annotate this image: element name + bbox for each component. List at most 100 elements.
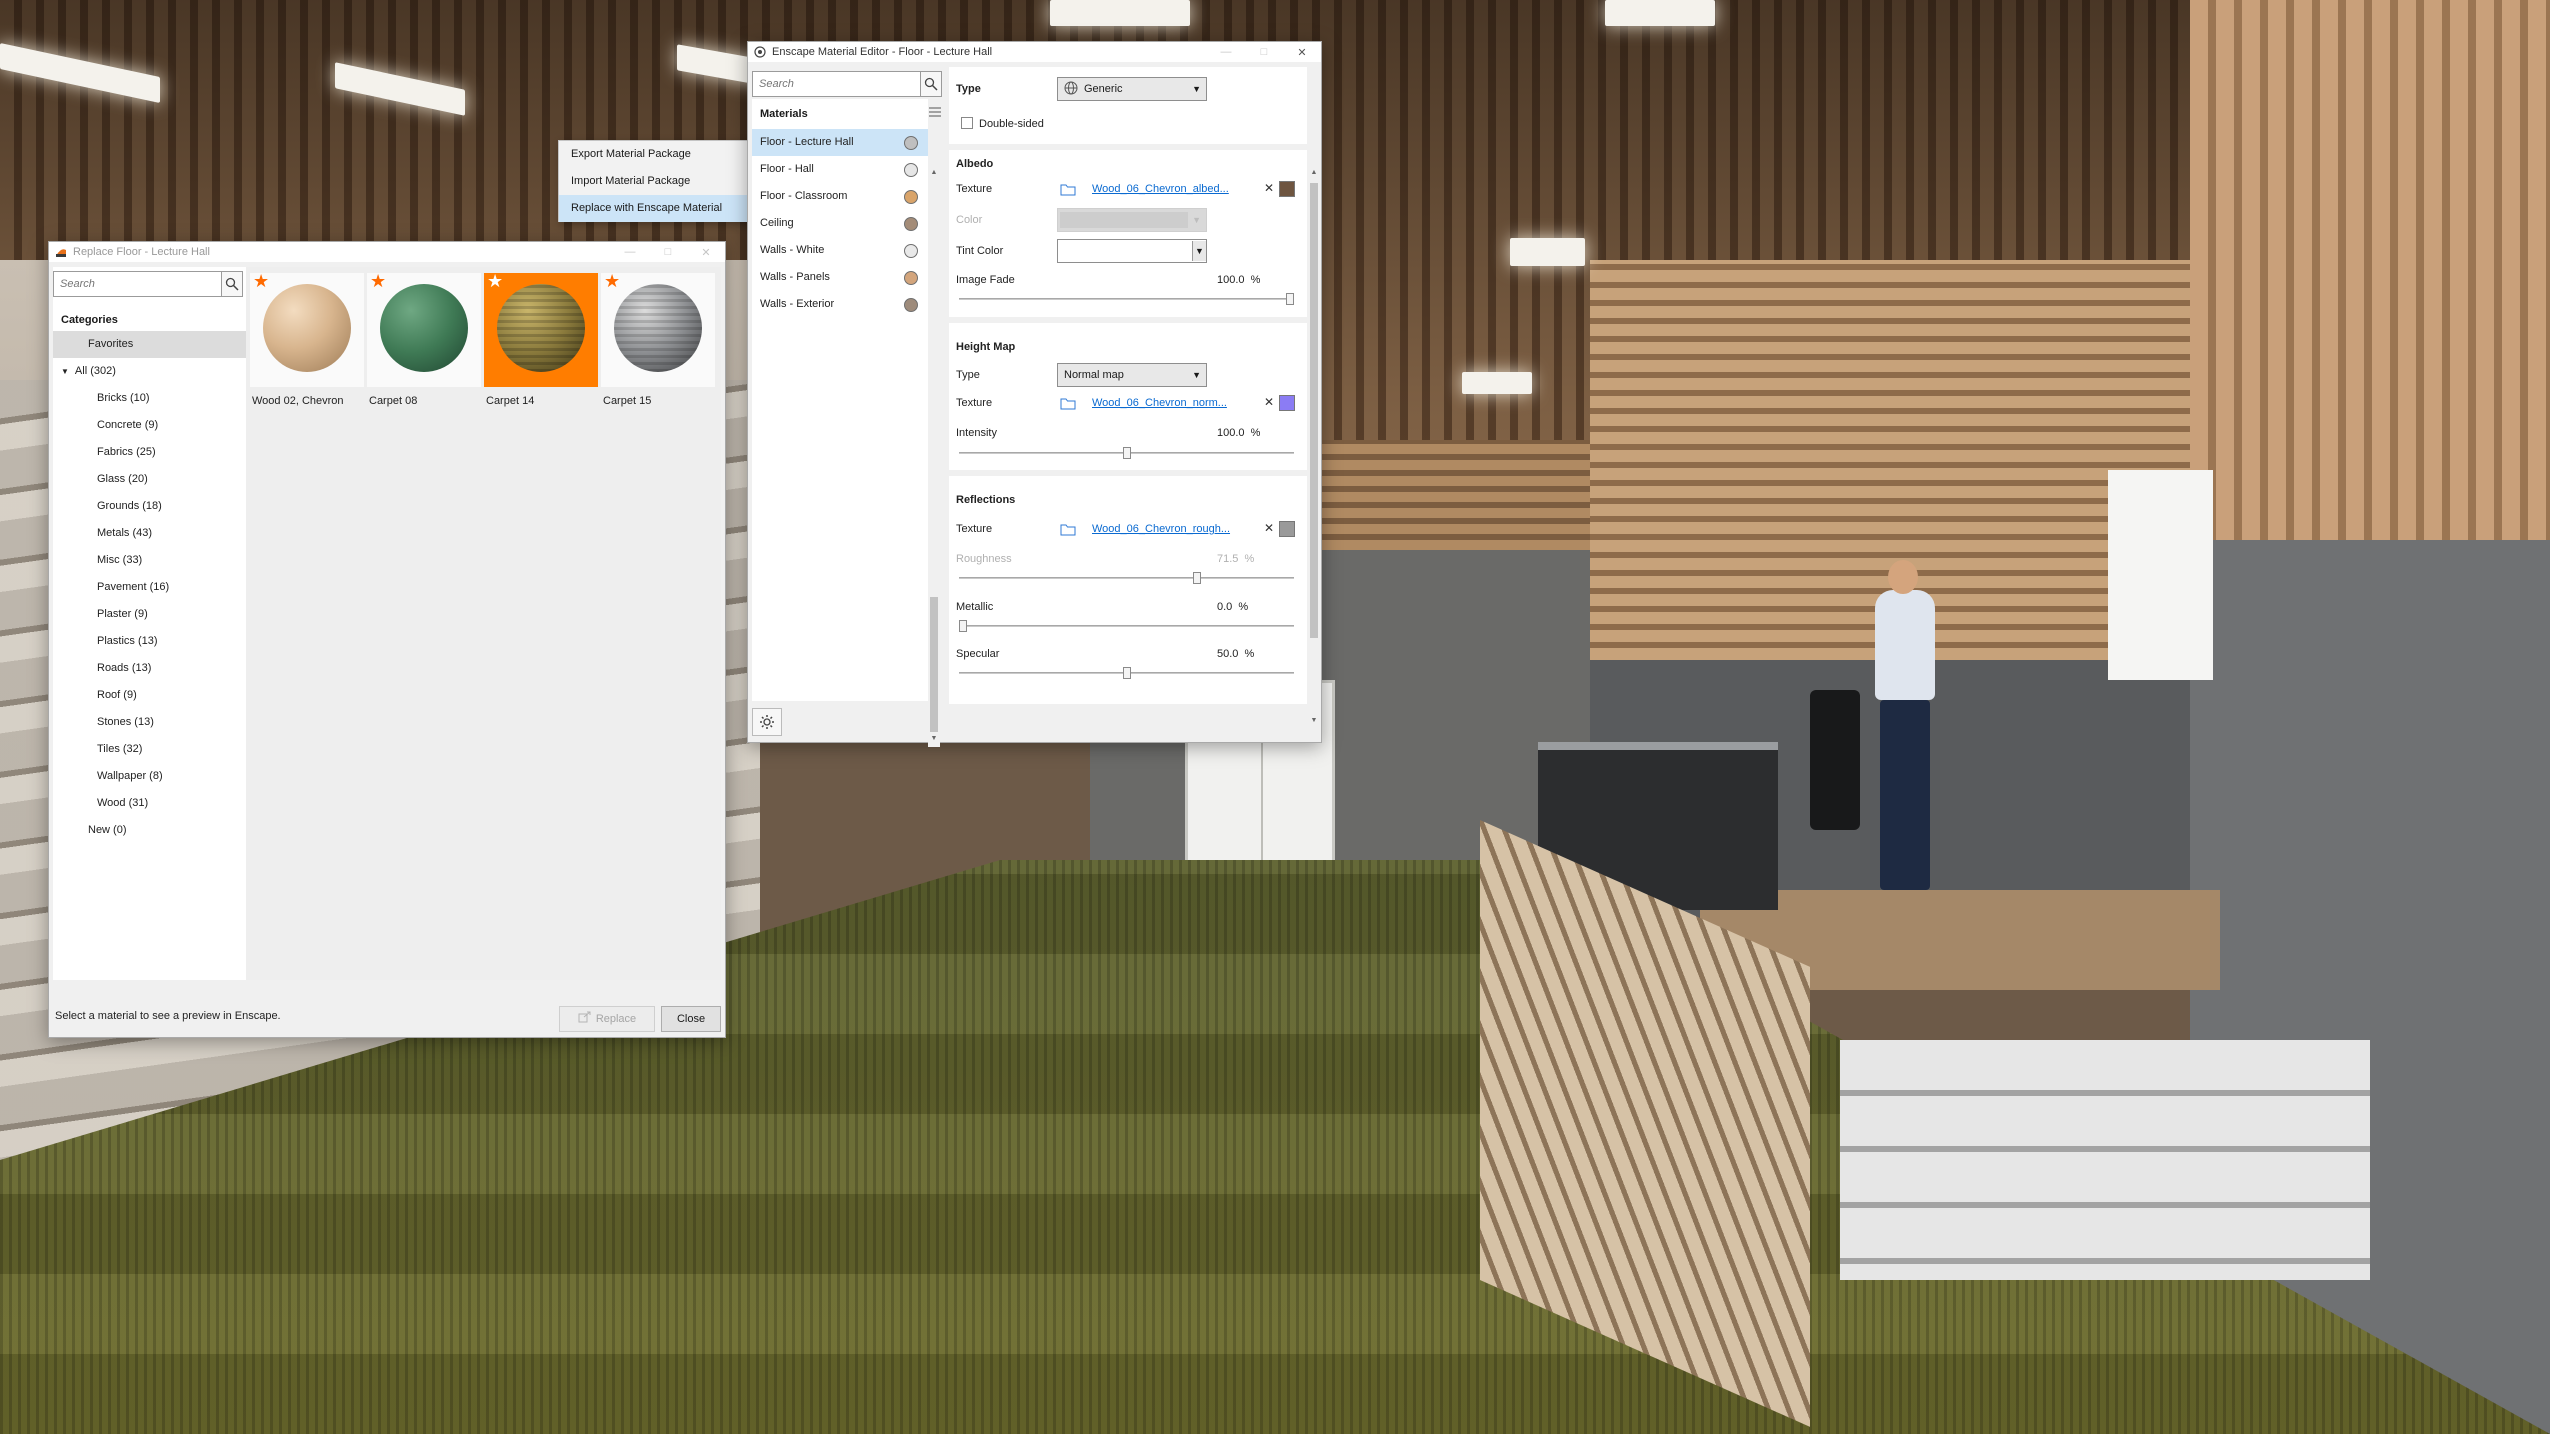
reflections-texture-file-link[interactable]: Wood_06_Chevron_rough... [1092, 523, 1230, 535]
minimize-icon[interactable]: — [1207, 42, 1245, 62]
close-button[interactable]: Close [661, 1006, 721, 1032]
slider-handle[interactable] [1286, 293, 1294, 305]
material-type-dropdown[interactable]: Generic ▼ [1057, 77, 1207, 101]
intensity-value: 100.0 % [1217, 427, 1261, 439]
material-item-walls-exterior[interactable]: Walls - Exterior [752, 291, 928, 318]
clear-texture-icon[interactable]: ✕ [1264, 521, 1274, 535]
category-favorites[interactable]: Favorites [53, 331, 248, 358]
albedo-texture-swatch[interactable] [1279, 181, 1295, 197]
category-metals[interactable]: Metals (43) [53, 520, 248, 547]
category-wallpaper[interactable]: Wallpaper (8) [53, 763, 248, 790]
minimize-icon[interactable]: — [611, 242, 649, 262]
favorite-star-icon[interactable]: ★ [253, 272, 269, 290]
favorite-star-icon[interactable]: ★ [487, 272, 503, 290]
expand-triangle-icon[interactable]: ▼ [61, 367, 69, 376]
roughness-slider[interactable] [959, 572, 1294, 584]
clear-texture-icon[interactable]: ✕ [1264, 181, 1274, 195]
category-glass[interactable]: Glass (20) [53, 466, 248, 493]
category-all[interactable]: ▼ All (302) [53, 358, 248, 385]
reflections-texture-swatch[interactable] [1279, 521, 1295, 537]
height-map-texture-swatch[interactable] [1279, 395, 1295, 411]
material-preview-sphere [380, 284, 468, 372]
category-plastics[interactable]: Plastics (13) [53, 628, 248, 655]
scroll-up-icon[interactable]: ▲ [928, 167, 940, 179]
properties-scrollbar[interactable]: ▲ ▼ [1308, 167, 1320, 727]
intensity-slider[interactable] [959, 447, 1294, 459]
hamburger-menu-icon[interactable] [928, 105, 942, 123]
folder-icon[interactable] [1060, 183, 1076, 196]
category-wood[interactable]: Wood (31) [53, 790, 248, 817]
slider-handle[interactable] [959, 620, 967, 632]
height-map-type-dropdown[interactable]: Normal map ▼ [1057, 363, 1207, 387]
folder-icon[interactable] [1060, 397, 1076, 410]
status-text: Select a material to see a preview in En… [55, 1010, 281, 1022]
slider-handle[interactable] [1193, 572, 1201, 584]
double-sided-checkbox[interactable] [961, 117, 973, 129]
replace-button[interactable]: Replace [559, 1006, 655, 1032]
material-tile-carpet-15[interactable]: ★ Carpet 15 [601, 272, 715, 417]
height-map-texture-label: Texture [956, 397, 993, 409]
category-fabrics[interactable]: Fabrics (25) [53, 439, 248, 466]
menu-replace-with-enscape-material[interactable]: Replace with Enscape Material [559, 195, 753, 222]
replace-dialog-titlebar[interactable]: Replace Floor - Lecture Hall — □ ✕ [49, 242, 725, 262]
search-icon[interactable] [919, 72, 941, 96]
color-label: Color [956, 214, 983, 226]
menu-import-material-package[interactable]: Import Material Package [559, 168, 753, 195]
materials-scrollbar[interactable]: ▲ ▼ [928, 167, 940, 747]
maximize-icon[interactable]: □ [1245, 42, 1283, 62]
scroll-down-icon[interactable]: ▼ [928, 733, 940, 745]
settings-gear-icon[interactable] [752, 708, 782, 736]
category-bricks[interactable]: Bricks (10) [53, 385, 248, 412]
material-item-walls-white[interactable]: Walls - White [752, 237, 928, 264]
clear-texture-icon[interactable]: ✕ [1264, 395, 1274, 409]
favorite-star-icon[interactable]: ★ [604, 272, 620, 290]
color-picker[interactable]: ▼ [1057, 208, 1207, 232]
category-new[interactable]: New (0) [53, 817, 248, 844]
reflections-texture-label: Texture [956, 523, 993, 535]
category-search-input[interactable] [54, 272, 221, 296]
material-search-input[interactable] [753, 72, 920, 96]
material-item-walls-panels[interactable]: Walls - Panels [752, 264, 928, 291]
image-fade-value: 100.0 % [1217, 274, 1261, 286]
material-list: Floor - Lecture Hall Floor - Hall Floor … [752, 129, 928, 318]
category-stones[interactable]: Stones (13) [53, 709, 248, 736]
category-tiles[interactable]: Tiles (32) [53, 736, 248, 763]
scroll-up-icon[interactable]: ▲ [1308, 167, 1320, 179]
close-icon[interactable]: ✕ [687, 242, 725, 262]
editor-titlebar[interactable]: Enscape Material Editor - Floor - Lectur… [748, 42, 1321, 62]
category-misc[interactable]: Misc (33) [53, 547, 248, 574]
menu-export-material-package[interactable]: Export Material Package [559, 141, 753, 168]
category-roof[interactable]: Roof (9) [53, 682, 248, 709]
double-sided-label: Double-sided [979, 118, 1044, 130]
metallic-slider[interactable] [959, 620, 1294, 632]
slider-handle[interactable] [1123, 447, 1131, 459]
scroll-down-icon[interactable]: ▼ [1308, 715, 1320, 727]
material-swatch [904, 271, 918, 285]
material-item-floor-hall[interactable]: Floor - Hall [752, 156, 928, 183]
favorite-star-icon[interactable]: ★ [370, 272, 386, 290]
material-preview-sphere [614, 284, 702, 372]
material-tile-wood-02-chevron[interactable]: ★ Wood 02, Chevron [250, 272, 364, 417]
category-plaster[interactable]: Plaster (9) [53, 601, 248, 628]
category-concrete[interactable]: Concrete (9) [53, 412, 248, 439]
search-icon[interactable] [220, 272, 242, 296]
height-map-texture-file-link[interactable]: Wood_06_Chevron_norm... [1092, 397, 1227, 409]
material-tile-carpet-08[interactable]: ★ Carpet 08 [367, 272, 481, 417]
specular-slider[interactable] [959, 667, 1294, 679]
albedo-texture-file-link[interactable]: Wood_06_Chevron_albed... [1092, 183, 1229, 195]
editor-title: Enscape Material Editor - Floor - Lectur… [772, 46, 993, 58]
slider-handle[interactable] [1123, 667, 1131, 679]
category-grounds[interactable]: Grounds (18) [53, 493, 248, 520]
material-item-floor-lecture-hall[interactable]: Floor - Lecture Hall [752, 129, 928, 156]
close-icon[interactable]: ✕ [1283, 42, 1321, 62]
material-swatch [904, 136, 918, 150]
material-tile-carpet-14[interactable]: ★ Carpet 14 [484, 272, 598, 417]
maximize-icon[interactable]: □ [649, 242, 687, 262]
image-fade-slider[interactable] [959, 293, 1294, 305]
material-item-ceiling[interactable]: Ceiling [752, 210, 928, 237]
category-roads[interactable]: Roads (13) [53, 655, 248, 682]
category-pavement[interactable]: Pavement (16) [53, 574, 248, 601]
material-item-floor-classroom[interactable]: Floor - Classroom [752, 183, 928, 210]
folder-icon[interactable] [1060, 523, 1076, 536]
tint-color-picker[interactable]: ▼ [1057, 239, 1207, 263]
